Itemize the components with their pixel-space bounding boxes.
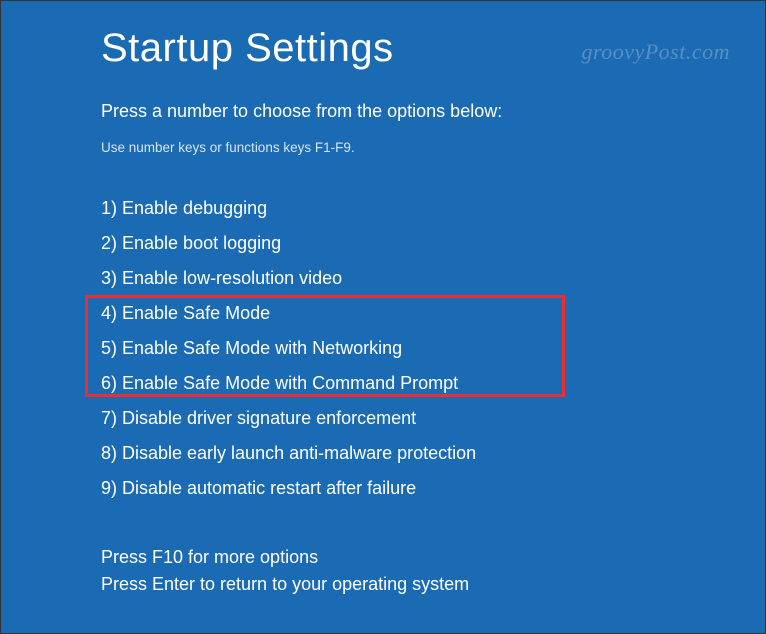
instruction-subtitle: Press a number to choose from the option…: [101, 101, 765, 122]
option-7[interactable]: 7) Disable driver signature enforcement: [101, 405, 765, 432]
footer-instructions: Press F10 for more options Press Enter t…: [101, 544, 469, 598]
footer-line-return: Press Enter to return to your operating …: [101, 571, 469, 598]
option-6[interactable]: 6) Enable Safe Mode with Command Prompt: [101, 370, 765, 397]
option-4[interactable]: 4) Enable Safe Mode: [101, 300, 765, 327]
option-5[interactable]: 5) Enable Safe Mode with Networking: [101, 335, 765, 362]
option-3[interactable]: 3) Enable low-resolution video: [101, 265, 765, 292]
option-8[interactable]: 8) Disable early launch anti-malware pro…: [101, 440, 765, 467]
watermark-text: groovyPost.com: [581, 39, 730, 65]
instruction-hint: Use number keys or functions keys F1-F9.: [101, 140, 765, 155]
option-9[interactable]: 9) Disable automatic restart after failu…: [101, 475, 765, 502]
option-1[interactable]: 1) Enable debugging: [101, 195, 765, 222]
option-2[interactable]: 2) Enable boot logging: [101, 230, 765, 257]
options-list: 1) Enable debugging 2) Enable boot loggi…: [101, 195, 765, 502]
footer-line-more-options: Press F10 for more options: [101, 544, 469, 571]
